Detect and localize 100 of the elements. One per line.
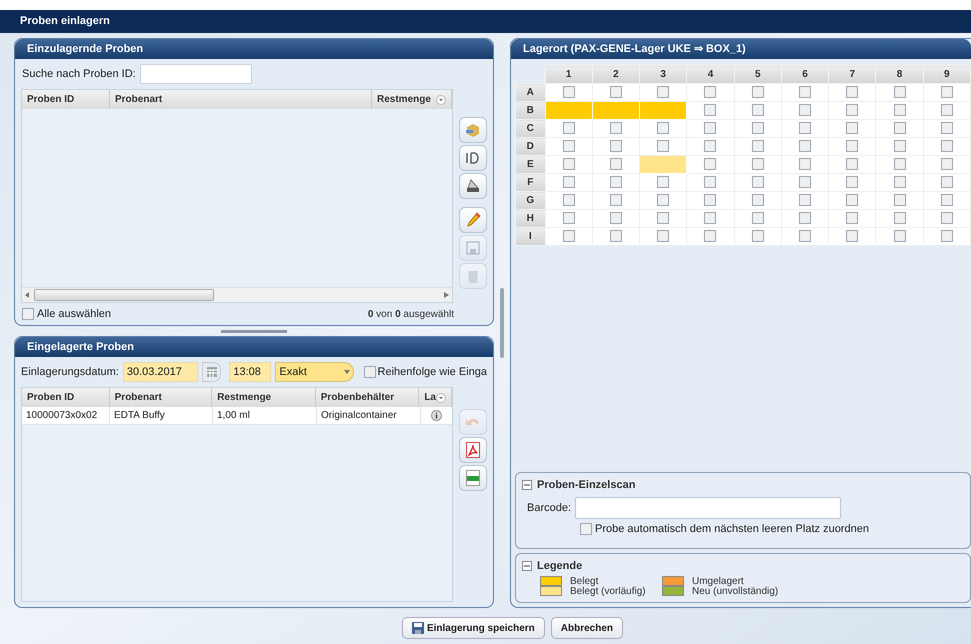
slot-checkbox[interactable] bbox=[846, 212, 858, 224]
slot-checkbox[interactable] bbox=[894, 212, 906, 224]
slot-checkbox[interactable] bbox=[799, 104, 811, 116]
slot-checkbox[interactable] bbox=[799, 122, 811, 134]
scroll-left-icon[interactable] bbox=[25, 292, 30, 298]
slot-checkbox[interactable] bbox=[704, 230, 716, 242]
calendar-button[interactable] bbox=[202, 362, 222, 382]
slot-checkbox[interactable] bbox=[752, 194, 764, 206]
slot-checkbox[interactable] bbox=[752, 104, 764, 116]
slot-checkbox[interactable] bbox=[752, 212, 764, 224]
date-field[interactable]: 30.03.2017 bbox=[122, 362, 198, 382]
checkbox[interactable] bbox=[22, 308, 34, 320]
order-label[interactable]: Reihenfolge wie Einga bbox=[378, 364, 487, 380]
slot-checkbox[interactable] bbox=[657, 212, 670, 224]
slot-checkbox[interactable] bbox=[846, 176, 858, 188]
slot-checkbox[interactable] bbox=[940, 158, 953, 170]
slot-checkbox[interactable] bbox=[799, 212, 811, 224]
toolbar-button[interactable] bbox=[459, 437, 487, 463]
time-field[interactable]: 13:08 bbox=[229, 362, 272, 382]
slot-checkbox[interactable] bbox=[752, 122, 764, 134]
slot-checkbox[interactable] bbox=[799, 140, 811, 152]
slot-checkbox[interactable] bbox=[610, 176, 622, 188]
search-field[interactable] bbox=[140, 64, 252, 84]
collapse-toggle[interactable] bbox=[522, 480, 532, 490]
slot-checkbox[interactable] bbox=[846, 158, 858, 170]
slot-checkbox[interactable] bbox=[752, 158, 764, 170]
barcode-field[interactable] bbox=[575, 497, 842, 519]
slot-checkbox[interactable] bbox=[610, 86, 622, 98]
slot-checkbox[interactable] bbox=[657, 194, 670, 206]
slot-checkbox[interactable] bbox=[940, 176, 953, 188]
slot-checkbox[interactable] bbox=[894, 122, 906, 134]
slot-checkbox[interactable] bbox=[752, 230, 764, 242]
slot-checkbox[interactable] bbox=[799, 194, 811, 206]
slot-checkbox[interactable] bbox=[562, 230, 575, 242]
slot-checkbox[interactable] bbox=[894, 140, 906, 152]
slot-checkbox[interactable] bbox=[610, 212, 622, 224]
slot-checkbox[interactable] bbox=[894, 158, 906, 170]
toolbar-button[interactable] bbox=[459, 173, 487, 199]
toolbar-button[interactable] bbox=[459, 145, 487, 171]
slot-checkbox[interactable] bbox=[846, 140, 858, 152]
slot-checkbox[interactable] bbox=[940, 230, 953, 242]
slot-checkbox[interactable] bbox=[704, 140, 716, 152]
slot-checkbox[interactable] bbox=[562, 194, 575, 206]
slot-checkbox[interactable] bbox=[940, 122, 953, 134]
slot-checkbox[interactable] bbox=[846, 194, 858, 206]
slot-checkbox[interactable] bbox=[940, 212, 953, 224]
slot-checkbox[interactable] bbox=[562, 176, 575, 188]
checkbox[interactable] bbox=[364, 366, 376, 378]
collapse-toggle[interactable] bbox=[522, 560, 532, 571]
scroll-right-icon[interactable] bbox=[444, 292, 449, 298]
slot-checkbox[interactable] bbox=[704, 212, 716, 224]
toolbar-button[interactable] bbox=[459, 117, 487, 143]
slot-checkbox[interactable] bbox=[562, 122, 575, 134]
slot-checkbox[interactable] bbox=[940, 86, 953, 98]
slot-checkbox[interactable] bbox=[562, 212, 575, 224]
horizontal-scrollbar[interactable] bbox=[22, 287, 452, 302]
slot-checkbox[interactable] bbox=[846, 230, 858, 242]
slot-checkbox[interactable] bbox=[799, 230, 811, 242]
slot-checkbox[interactable] bbox=[940, 194, 953, 206]
slot-checkbox[interactable] bbox=[752, 140, 764, 152]
action-button[interactable]: Abbrechen bbox=[550, 617, 624, 639]
info-icon[interactable] bbox=[431, 410, 442, 421]
slot-checkbox[interactable] bbox=[799, 158, 811, 170]
slot-checkbox[interactable] bbox=[562, 158, 575, 170]
slot-checkbox[interactable] bbox=[657, 140, 670, 152]
slot-checkbox[interactable] bbox=[704, 104, 716, 116]
slot-checkbox[interactable] bbox=[752, 86, 764, 98]
select-all-label[interactable]: Alle auswählen bbox=[37, 306, 111, 322]
column-header[interactable]: Probenart bbox=[110, 90, 372, 109]
auto-assign-label[interactable]: Probe automatisch dem nächsten leeren Platz zuordnen bbox=[595, 521, 869, 538]
slot-checkbox[interactable] bbox=[562, 140, 575, 152]
slot-checkbox[interactable] bbox=[799, 86, 811, 98]
slot-checkbox[interactable] bbox=[752, 176, 764, 188]
mode-dropdown[interactable]: Exakt bbox=[275, 362, 354, 382]
slot-checkbox[interactable] bbox=[894, 104, 906, 116]
storage-slot[interactable] bbox=[545, 102, 592, 120]
dropdown-icon[interactable] bbox=[436, 392, 446, 402]
slot-checkbox[interactable] bbox=[704, 194, 716, 206]
slot-checkbox[interactable] bbox=[610, 140, 622, 152]
storage-slot[interactable] bbox=[592, 102, 640, 120]
slot-checkbox[interactable] bbox=[894, 86, 906, 98]
slot-checkbox[interactable] bbox=[704, 122, 716, 134]
slot-checkbox[interactable] bbox=[562, 86, 575, 98]
slot-checkbox[interactable] bbox=[894, 230, 906, 242]
slot-checkbox[interactable] bbox=[894, 176, 906, 188]
slot-checkbox[interactable] bbox=[846, 104, 858, 116]
storage-slot[interactable] bbox=[640, 156, 687, 174]
slot-checkbox[interactable] bbox=[704, 176, 716, 188]
slot-checkbox[interactable] bbox=[940, 104, 953, 116]
column-header[interactable]: Proben ID bbox=[22, 90, 110, 109]
slot-checkbox[interactable] bbox=[610, 122, 622, 134]
slot-checkbox[interactable] bbox=[657, 122, 670, 134]
dropdown-icon[interactable] bbox=[436, 94, 446, 104]
slot-checkbox[interactable] bbox=[610, 194, 622, 206]
slot-checkbox[interactable] bbox=[704, 158, 716, 170]
slot-checkbox[interactable] bbox=[846, 122, 858, 134]
slot-checkbox[interactable] bbox=[799, 176, 811, 188]
action-button[interactable]: Einlagerung speichern bbox=[402, 617, 545, 639]
slot-checkbox[interactable] bbox=[657, 176, 670, 188]
toolbar-button[interactable] bbox=[459, 465, 487, 491]
